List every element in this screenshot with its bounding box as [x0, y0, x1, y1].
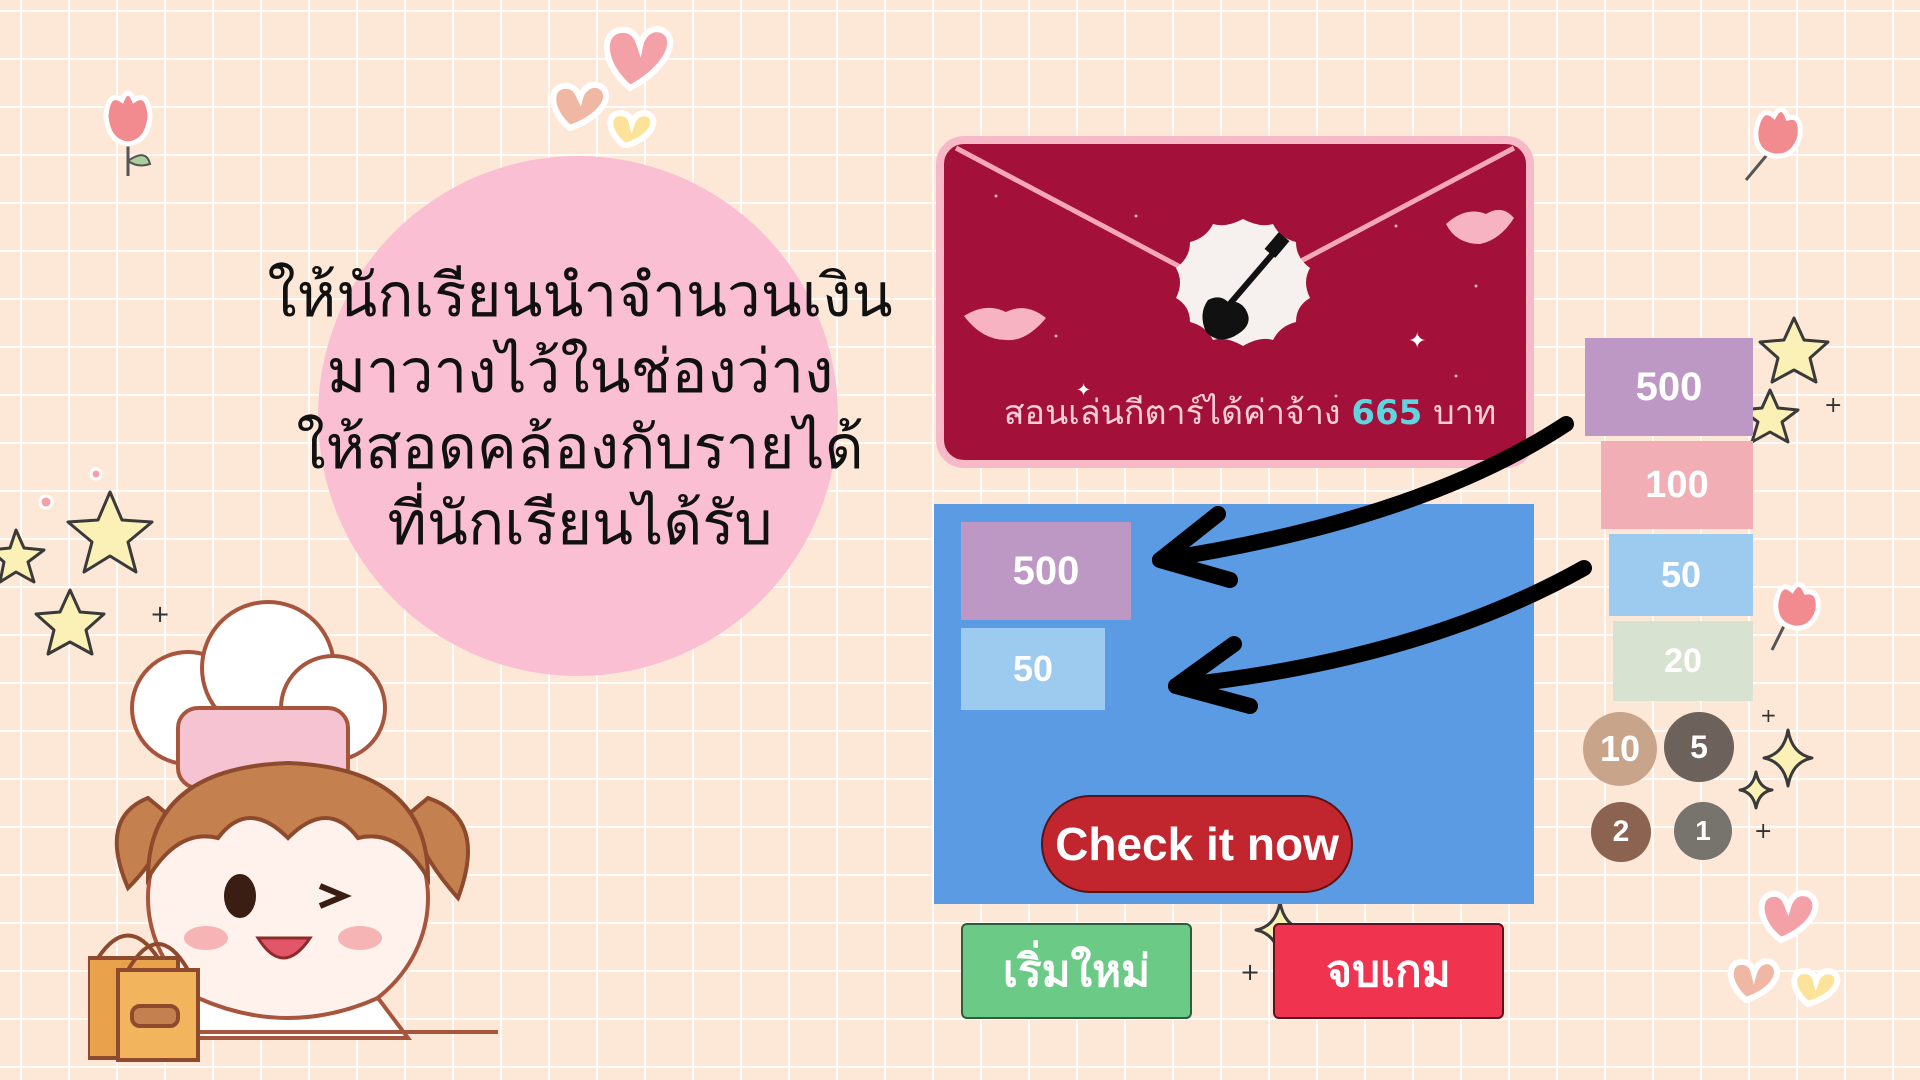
sparkles-decoration-right: + + [1738, 710, 1814, 844]
chef-girl-illustration [88, 600, 498, 1062]
hearts-decoration-top [550, 26, 674, 148]
svg-text:+: + [1240, 958, 1260, 986]
instruction-line-4: ที่นักเรียนได้รับ [387, 489, 773, 559]
palette-banknote-100[interactable]: 100 [1601, 441, 1753, 529]
tulip-decoration-left [103, 90, 153, 176]
restart-button[interactable]: เริ่มใหม่ [961, 923, 1192, 1019]
tulip-decoration-mid-right [1770, 582, 1821, 651]
palette-banknote-20[interactable]: 20 [1613, 621, 1753, 701]
task-prefix: สอนเล่นกีตาร์ได้ค่าจ้าง [1003, 393, 1341, 433]
palette-banknote-50[interactable]: 50 [1609, 534, 1753, 616]
palette-coin-10[interactable]: 10 [1583, 712, 1657, 786]
instruction-line-3: ให้สอดคล้องกับรายได้ [296, 413, 864, 483]
check-it-now-button[interactable]: Check it now [1041, 795, 1353, 893]
instruction-text: ให้นักเรียนนำจำนวนเงิน มาวางไว้ในช่องว่า… [230, 258, 930, 562]
palette-banknote-500[interactable]: 500 [1585, 338, 1753, 436]
instruction-line-1: ให้นักเรียนนำจำนวนเงิน [267, 261, 893, 331]
palette-coin-1[interactable]: 1 [1674, 802, 1732, 860]
electric-guitar-icon [1176, 219, 1310, 346]
palette-coin-2[interactable]: 2 [1591, 802, 1651, 862]
svg-text:✦: ✦ [1408, 329, 1426, 354]
palette-coin-5[interactable]: 5 [1664, 712, 1734, 782]
placed-banknote-500[interactable]: 500 [961, 522, 1131, 620]
task-amount: 665 [1351, 393, 1423, 433]
svg-text:+: + [1824, 393, 1842, 418]
task-caption: สอนเล่นกีตาร์ได้ค่าจ้าง 665 บาท [990, 385, 1510, 439]
task-unit: บาท [1433, 393, 1497, 433]
end-game-button[interactable]: จบเกม [1273, 923, 1504, 1019]
svg-text:+: + [1760, 710, 1777, 727]
svg-text:+: + [1754, 819, 1772, 844]
stars-decoration-right: + [1740, 316, 1842, 444]
instruction-line-2: มาวางไว้ในช่องว่าง [326, 337, 834, 407]
tulip-decoration-right [1744, 107, 1803, 181]
hearts-decoration-bottom-right [1727, 890, 1841, 1008]
placed-banknote-50[interactable]: 50 [961, 628, 1105, 710]
